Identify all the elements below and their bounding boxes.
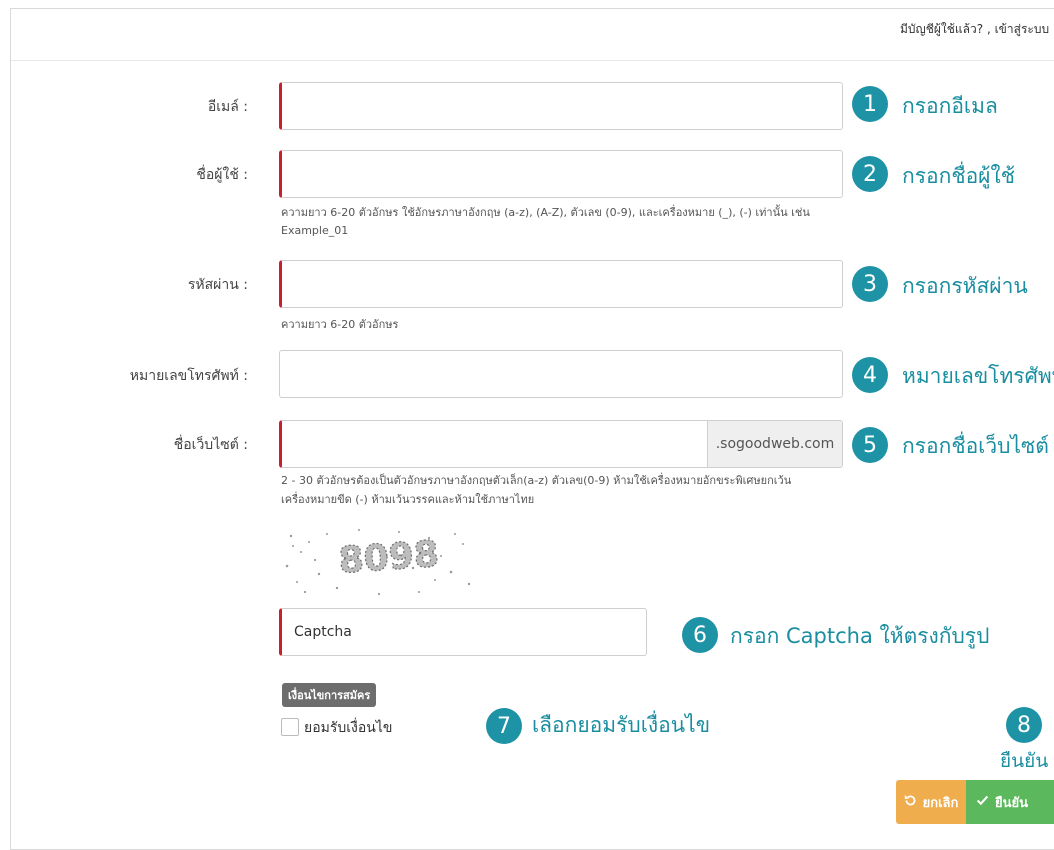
website-label: ชื่อเว็บไซต์ : — [173, 437, 248, 453]
annotation-text-7: เลือกยอมรับเงื่อนไข — [532, 713, 711, 737]
login-link-text[interactable]: มีบัญชีผู้ใช้แล้ว? , เข้าสู่ระบบ — [900, 22, 1049, 36]
email-input[interactable] — [279, 82, 843, 130]
website-help-line1: 2 - 30 ตัวอักษรต้องเป็นตัวอักษรภาษาอังกฤ… — [281, 474, 792, 487]
captcha-image: 8098 — [279, 522, 479, 600]
annotation-badge-1: 1 — [852, 86, 888, 122]
header-divider — [11, 60, 1054, 61]
accept-terms-label[interactable]: ยอมรับเงื่อนไข — [304, 717, 392, 739]
annotation-badge-8: 8 — [1006, 707, 1042, 743]
username-help-line2: Example_01 — [281, 224, 349, 237]
cancel-button[interactable]: ยกเลิก — [896, 780, 966, 824]
accept-terms-checkbox[interactable] — [281, 718, 299, 736]
annotation-text-6: กรอก Captcha ให้ตรงกับรูป — [730, 624, 990, 648]
confirm-button[interactable]: ยืนยัน — [966, 780, 1054, 824]
password-help: ความยาว 6-20 ตัวอักษร — [281, 318, 399, 331]
annotation-badge-6: 6 — [682, 617, 718, 653]
website-input[interactable] — [279, 420, 709, 468]
phone-input[interactable] — [279, 350, 843, 398]
captcha-input[interactable] — [279, 608, 647, 656]
annotation-badge-5: 5 — [852, 427, 888, 463]
login-link[interactable]: มีบัญชีผู้ใช้แล้ว? , เข้าสู่ระบบ — [900, 20, 1049, 39]
annotation-badge-7: 7 — [486, 708, 522, 744]
password-label: รหัสผ่าน : — [187, 277, 248, 293]
confirm-button-label: ยืนยัน — [995, 795, 1029, 811]
annotation-text-1: กรอกอีเมล — [902, 94, 998, 118]
cancel-button-label: ยกเลิก — [922, 795, 959, 811]
website-help-line2: เครื่องหมายขีด (-) ห้ามเว้นวรรคและห้ามใช… — [281, 493, 535, 506]
website-domain-suffix: .sogoodweb.com — [707, 420, 843, 468]
annotation-text-2: กรอกชื่อผู้ใช้ — [902, 164, 1015, 188]
annotation-text-3: กรอกรหัสผ่าน — [902, 274, 1028, 298]
username-input[interactable] — [279, 150, 843, 198]
annotation-badge-3: 3 — [852, 266, 888, 302]
phone-label: หมายเลขโทรศัพท์ : — [129, 368, 248, 384]
username-label: ชื่อผู้ใช้ : — [196, 167, 248, 183]
check-icon — [976, 794, 989, 811]
annotation-text-4: หมายเลขโทรศัพท์ — [902, 364, 1054, 388]
annotation-badge-4: 4 — [852, 357, 888, 393]
terms-badge[interactable]: เงื่อนไขการสมัคร — [282, 683, 377, 707]
email-label: อีเมล์ : — [207, 99, 248, 115]
annotation-badge-2: 2 — [852, 156, 888, 192]
annotation-text-5: กรอกชื่อเว็บไซต์ — [902, 434, 1049, 458]
captcha-code-text: 8098 — [337, 534, 440, 582]
password-input[interactable] — [279, 260, 843, 308]
annotation-text-8: ยืนยัน — [1000, 750, 1049, 772]
username-help-line1: ความยาว 6-20 ตัวอักษร ใช้อักษรภาษาอังกฤษ… — [281, 206, 810, 219]
undo-icon — [904, 794, 917, 811]
